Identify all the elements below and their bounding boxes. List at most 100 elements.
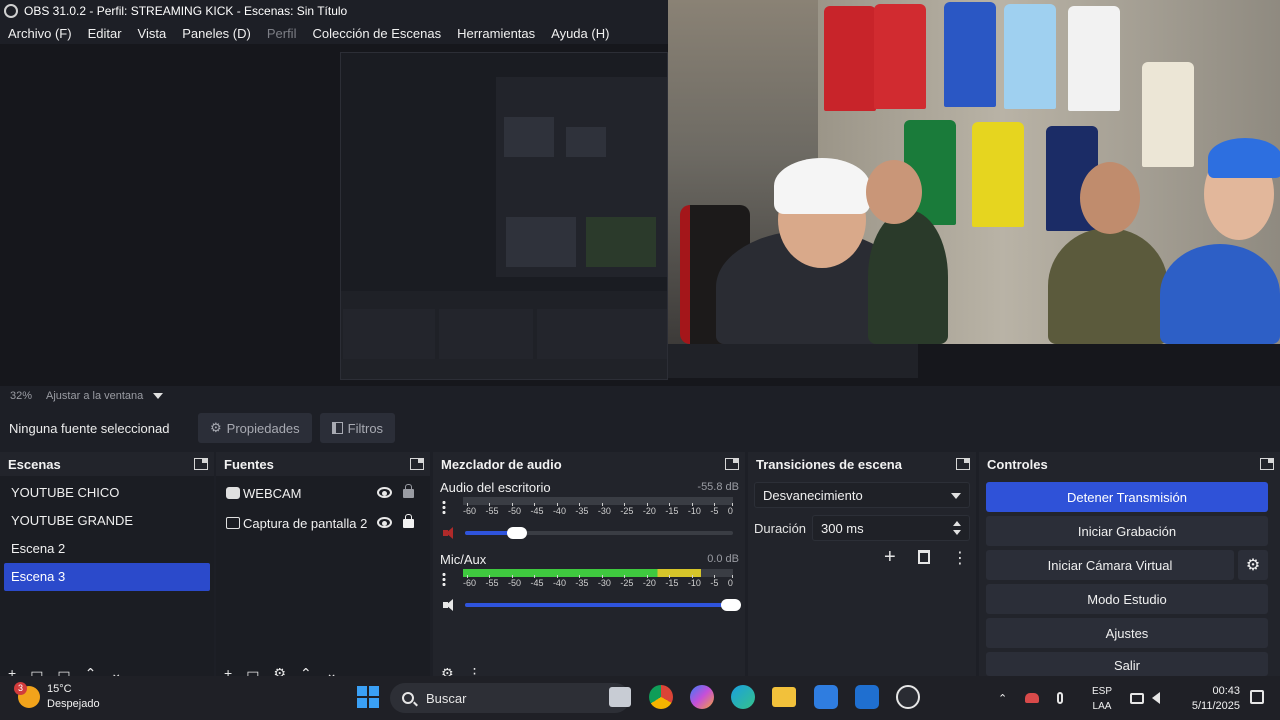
slider-handle[interactable] [506,527,527,539]
kebab-menu-icon[interactable] [442,500,446,514]
meter-tick-label: -45 [530,575,544,588]
zoom-mode-label[interactable]: Ajustar a la ventana [46,390,143,402]
menu-ayuda[interactable]: Ayuda (H) [543,26,617,41]
taskbar-search[interactable]: Buscar [390,683,630,713]
start-recording-button[interactable]: Iniciar Grabación [986,516,1268,546]
scene-item[interactable]: YOUTUBE GRANDE [4,507,210,535]
meter-tick-label: -20 [642,575,656,588]
filters-button[interactable]: Filtros [319,413,396,443]
slider-handle[interactable] [721,599,741,611]
copilot-icon[interactable] [690,685,714,709]
undock-icon[interactable] [956,458,970,470]
windows-start-icon[interactable] [357,686,379,708]
studio-mode-button[interactable]: Modo Estudio [986,584,1268,614]
speaker-icon[interactable] [443,599,457,611]
settings-button[interactable]: Ajustes [986,618,1268,648]
undock-icon[interactable] [410,458,424,470]
obs-app-icon[interactable] [896,685,920,709]
trash-icon[interactable] [918,550,930,564]
decrement-icon[interactable] [953,530,961,535]
meter-tick-label: -40 [552,503,566,516]
chevron-down-icon[interactable] [153,393,164,399]
duration-label: Duración [754,521,807,536]
visibility-eye-icon[interactable] [377,517,392,528]
task-view-icon[interactable] [609,687,631,707]
clock[interactable]: 00:43 5/11/2025 [1192,684,1240,714]
channel-db: -55.8 dB [697,481,739,493]
meter-tick-label: -35 [575,575,589,588]
menu-archivo[interactable]: Archivo (F) [0,26,80,41]
meter-tick-label: -55 [485,575,499,588]
duration-field[interactable]: 300 ms [812,515,970,541]
language-code: ESP [1092,686,1113,697]
file-explorer-icon[interactable] [772,687,796,707]
chevron-down-icon [951,493,961,499]
transition-select[interactable]: Desvanecimiento [754,482,970,508]
volume-slider[interactable] [465,599,741,611]
menu-vista[interactable]: Vista [130,26,175,41]
properties-button[interactable]: ⚙ Propiedades [198,413,312,443]
tray-app-icon[interactable] [1025,693,1040,703]
transition-value: Desvanecimiento [763,487,863,503]
meter-tick-label: -20 [642,503,656,516]
preview-scale-bar: 32% Ajustar a la ventana [0,386,1280,406]
meter-tick-label: -35 [575,503,589,516]
source-item-webcam[interactable]: WEBCAM [216,478,430,508]
weather-widget[interactable]: 3 15°C Despejado [14,682,100,712]
meter-tick-label: -30 [597,503,611,516]
chrome-icon[interactable] [649,685,673,709]
source-name: WEBCAM [243,485,302,501]
network-icon[interactable] [1130,692,1144,704]
source-item-screen-capture[interactable]: Captura de pantalla 2 [216,508,430,538]
virtual-camera-settings-gear-icon[interactable]: ⚙ [1238,550,1268,580]
scene-item-selected[interactable]: Escena 3 [4,563,210,591]
meter-tick-label: -15 [665,575,679,588]
exit-button[interactable]: Salir [986,652,1268,676]
start-virtual-camera-button[interactable]: Iniciar Cámara Virtual [986,550,1234,580]
properties-label: Propiedades [226,420,300,436]
sources-dock: Fuentes WEBCAM Captura de pantalla 2 + ▭… [216,452,430,678]
kebab-menu-icon[interactable]: ⋮ [952,548,968,568]
notifications-icon[interactable] [1250,690,1264,704]
system-tray-icons [1130,676,1160,720]
unlocked-icon[interactable] [403,484,414,498]
meter-tick-label: -25 [620,575,634,588]
microphone-icon[interactable] [1057,692,1064,704]
meter-tick-label: -45 [530,503,544,516]
increment-icon[interactable] [953,521,961,526]
menu-paneles[interactable]: Paneles (D) [174,26,259,41]
search-icon [402,692,414,704]
menu-coleccion-escenas[interactable]: Colección de Escenas [304,26,449,41]
undock-icon[interactable] [725,458,739,470]
visibility-eye-icon[interactable] [377,487,392,498]
channel-name: Audio del escritorio [440,480,551,495]
scene-item[interactable]: Escena 2 [4,535,210,563]
muted-speaker-icon[interactable] [443,527,457,539]
edge-icon[interactable] [731,685,755,709]
meter-tick-label: -50 [507,575,521,588]
volume-slider[interactable] [465,527,733,539]
menu-editar[interactable]: Editar [80,26,130,41]
outlook-icon[interactable] [855,685,879,709]
menu-herramientas[interactable]: Herramientas [449,26,543,41]
microsoft-store-icon[interactable] [814,685,838,709]
menu-perfil[interactable]: Perfil [259,26,305,41]
mixer-channel-desktop: Audio del escritorio -55.8 dB -60 -55 -50-… [433,476,745,548]
meter-tick-label: -60 [463,575,477,588]
camera-icon [226,487,240,499]
chevron-up-icon[interactable]: ⌃ [998,692,1007,705]
meter-scale: -60 -55 -50 -45 -40 -35 -30 -25 -20 -15 -10 -5 0 [463,575,733,590]
stop-streaming-button[interactable]: Detener Transmisión [986,482,1268,512]
undock-icon[interactable] [194,458,208,470]
window-title: OBS 31.0.2 - Perfil: STREAMING KICK - Es… [24,4,348,18]
lock-icon[interactable] [403,514,414,528]
add-icon[interactable]: + [884,546,896,569]
meter-tick-label: -30 [597,575,611,588]
speaker-icon[interactable] [1152,692,1160,704]
scene-item[interactable]: YOUTUBE CHICO [4,479,210,507]
kebab-menu-icon[interactable] [442,572,446,586]
filter-icon [331,422,343,434]
filters-label: Filtros [347,420,384,436]
language-indicator[interactable]: ESP LAA [1092,684,1112,714]
undock-icon[interactable] [1260,458,1274,470]
